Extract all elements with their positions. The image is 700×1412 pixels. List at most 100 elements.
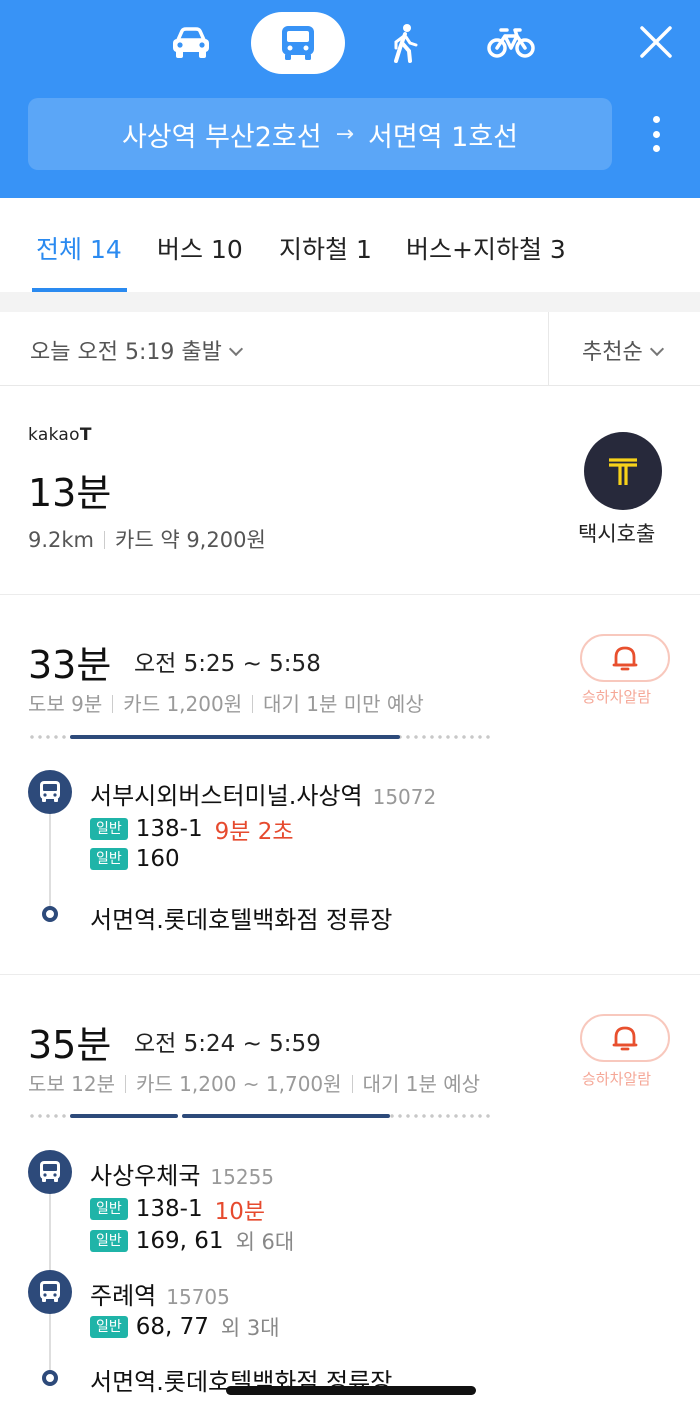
- route-type-tabs: 전체 14 버스 10 지하철 1 버스+지하철 3: [0, 198, 700, 291]
- departure-time-selector[interactable]: 오늘 오전 5:19 출발: [30, 334, 243, 366]
- taxi-duration: 13분: [28, 471, 112, 515]
- divider: [125, 1075, 127, 1093]
- filter-row: 오늘 오전 5:19 출발 추천순: [0, 312, 700, 386]
- taxi-distance: 9.2km: [28, 528, 95, 552]
- bus-eta: 9분 2초: [214, 819, 294, 845]
- home-indicator[interactable]: [226, 1386, 476, 1395]
- bus-type-badge: 일반: [90, 818, 128, 840]
- taxi-detail: 9.2km 카드 약 9,200원: [28, 524, 266, 554]
- route-fare: 카드 1,200원: [123, 692, 243, 716]
- alarm-label: 승하차알람: [582, 1070, 652, 1088]
- stop-name-text: 사상우체국: [90, 1162, 201, 1190]
- bus-number: 160: [135, 846, 180, 872]
- top-header: 사상역 부산2호선 → 서면역 1호선: [0, 0, 700, 198]
- destination-dot: [42, 906, 58, 922]
- kakao-t-icon: [609, 458, 637, 485]
- bus-type-badge: 일반: [90, 1230, 128, 1252]
- sort-selector[interactable]: 추천순: [582, 334, 664, 366]
- tab-subway[interactable]: 지하철 1: [279, 230, 372, 266]
- more-dot: [652, 130, 660, 138]
- route-timeline: [49, 800, 51, 912]
- more-buses-count: 외 3대: [220, 1316, 280, 1340]
- sort-label: 추천순: [582, 340, 643, 365]
- divider: [252, 695, 254, 713]
- taxi-call-label[interactable]: 택시호출: [578, 518, 655, 548]
- route-summary-field[interactable]: 사상역 부산2호선 → 서면역 1호선: [28, 98, 612, 170]
- stop-name[interactable]: 주례역 15705: [90, 1276, 230, 1311]
- bus-eta: 10분: [214, 1199, 266, 1225]
- taxi-call-button[interactable]: [584, 432, 662, 510]
- section-gap: [0, 292, 700, 312]
- wait-time: 대기 1분 예상: [362, 1072, 481, 1096]
- chevron-down-icon: [649, 341, 664, 357]
- close-button[interactable]: [632, 18, 680, 66]
- bus-type-badge: 일반: [90, 1316, 128, 1338]
- stop-id: 15705: [166, 1285, 230, 1309]
- stop-name-text: 서부시외버스터미널.사상역: [90, 782, 363, 810]
- bell-icon: [612, 646, 638, 671]
- bus-line-row[interactable]: 일반 169, 61 외 6대: [90, 1226, 294, 1256]
- chevron-down-icon: [228, 341, 243, 357]
- more-dot: [652, 116, 660, 123]
- destination-label: 서면역 1호선: [368, 121, 519, 153]
- tab-bus-subway[interactable]: 버스+지하철 3: [406, 230, 566, 266]
- route-arrow: →: [335, 121, 355, 147]
- bus-type-badge: 일반: [90, 1198, 128, 1220]
- bus-number: 68, 77: [135, 1314, 209, 1340]
- bus-number: 138-1: [135, 1196, 203, 1222]
- route-info: 도보 12분 카드 1,200 ~ 1,700원 대기 1분 예상: [28, 1068, 480, 1097]
- more-dot: [652, 145, 660, 152]
- mode-bus-button[interactable]: [251, 12, 345, 74]
- bus-stop-icon: [28, 770, 72, 814]
- bus-icon: [40, 1281, 60, 1302]
- bus-stop-icon: [28, 1150, 72, 1194]
- walk-time: 도보 9분: [28, 692, 103, 716]
- alarm-label: 승하차알람: [582, 688, 652, 706]
- alarm-button[interactable]: [580, 1014, 670, 1062]
- tab-all[interactable]: 전체 14: [36, 230, 122, 266]
- more-buses-count: 외 6대: [235, 1230, 295, 1254]
- alarm-button[interactable]: [580, 634, 670, 682]
- car-icon: [173, 27, 209, 58]
- bus-segment: [182, 1114, 390, 1118]
- bus-number: 169, 61: [135, 1228, 224, 1254]
- destination-dot: [42, 1370, 58, 1386]
- mode-car-button[interactable]: [144, 12, 238, 74]
- route-time-range: 오전 5:25 ~ 5:58: [134, 651, 321, 677]
- departure-time-label: 오늘 오전 5:19 출발: [30, 340, 222, 365]
- bus-number: 138-1: [135, 816, 203, 842]
- more-options-button[interactable]: [636, 110, 676, 158]
- bus-stop-icon: [28, 1270, 72, 1314]
- divider: [351, 1075, 353, 1093]
- wait-time: 대기 1분 미만 예상: [263, 692, 424, 716]
- destination-stop[interactable]: 서면역.롯데호텔백화점 정류장: [90, 900, 392, 935]
- tab-bus[interactable]: 버스 10: [157, 230, 243, 266]
- bus-line-row[interactable]: 일반 138-1 9분 2초: [90, 812, 294, 846]
- stop-name[interactable]: 사상우체국 15255: [90, 1156, 274, 1191]
- walk-icon: [394, 24, 418, 63]
- bus-line-row[interactable]: 일반 68, 77 외 3대: [90, 1312, 280, 1342]
- bus-segment: [70, 735, 400, 739]
- bus-icon: [40, 781, 60, 802]
- mode-walk-button[interactable]: [358, 12, 452, 74]
- bell-icon: [612, 1026, 638, 1051]
- divider: [112, 695, 114, 713]
- bus-icon: [282, 26, 314, 60]
- bus-line-row[interactable]: 일반 160: [90, 846, 180, 872]
- kakao-t-logo: kakaoT: [28, 425, 92, 445]
- bus-segment: [70, 1114, 178, 1118]
- stop-name[interactable]: 서부시외버스터미널.사상역 15072: [90, 776, 436, 811]
- route-total-time: 33분: [28, 643, 112, 687]
- stop-name-text: 주례역: [90, 1282, 157, 1310]
- stop-id: 15255: [210, 1165, 275, 1189]
- divider: [0, 974, 700, 975]
- transport-mode-bar: [0, 12, 700, 74]
- route-total-time: 35분: [28, 1023, 112, 1067]
- close-icon: [640, 26, 672, 58]
- taxi-fare: 카드 약 9,200원: [115, 528, 266, 552]
- stop-id: 15072: [372, 785, 437, 809]
- mode-bike-button[interactable]: [464, 12, 558, 74]
- bus-line-row[interactable]: 일반 138-1 10분: [90, 1192, 265, 1226]
- divider: [548, 312, 549, 386]
- walk-time: 도보 12분: [28, 1072, 116, 1096]
